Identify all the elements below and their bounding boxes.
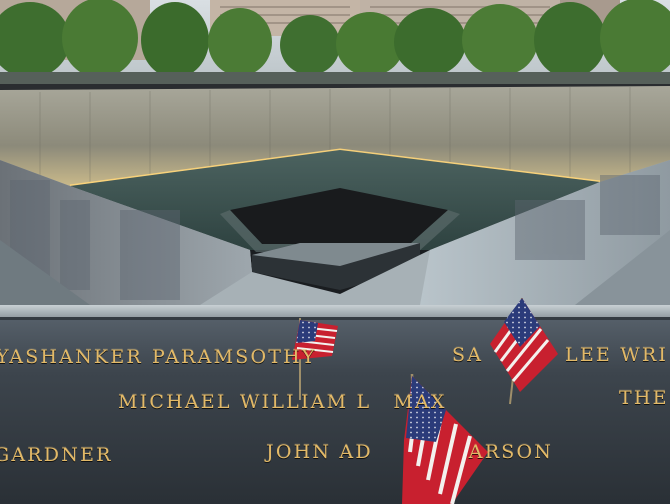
engraved-name: PARAMSOTHY	[152, 346, 317, 368]
engraved-name: MICHAEL WILLIAM L MAX	[118, 391, 447, 413]
memorial-photo: YASHANKER PARAMSOTHY SA LEE WRI MICHAEL …	[0, 0, 670, 504]
engraved-name: LEE WRI	[565, 344, 669, 366]
engraved-name: THE	[619, 387, 669, 409]
engraved-name: YASHANKER	[0, 346, 143, 368]
memorial-scene	[0, 0, 670, 504]
engraved-name: JOHN AD ARSON	[266, 441, 554, 463]
engraved-name: GARDNER	[0, 444, 113, 466]
parapet-edge	[0, 305, 670, 319]
engraved-name: SA	[452, 344, 484, 366]
